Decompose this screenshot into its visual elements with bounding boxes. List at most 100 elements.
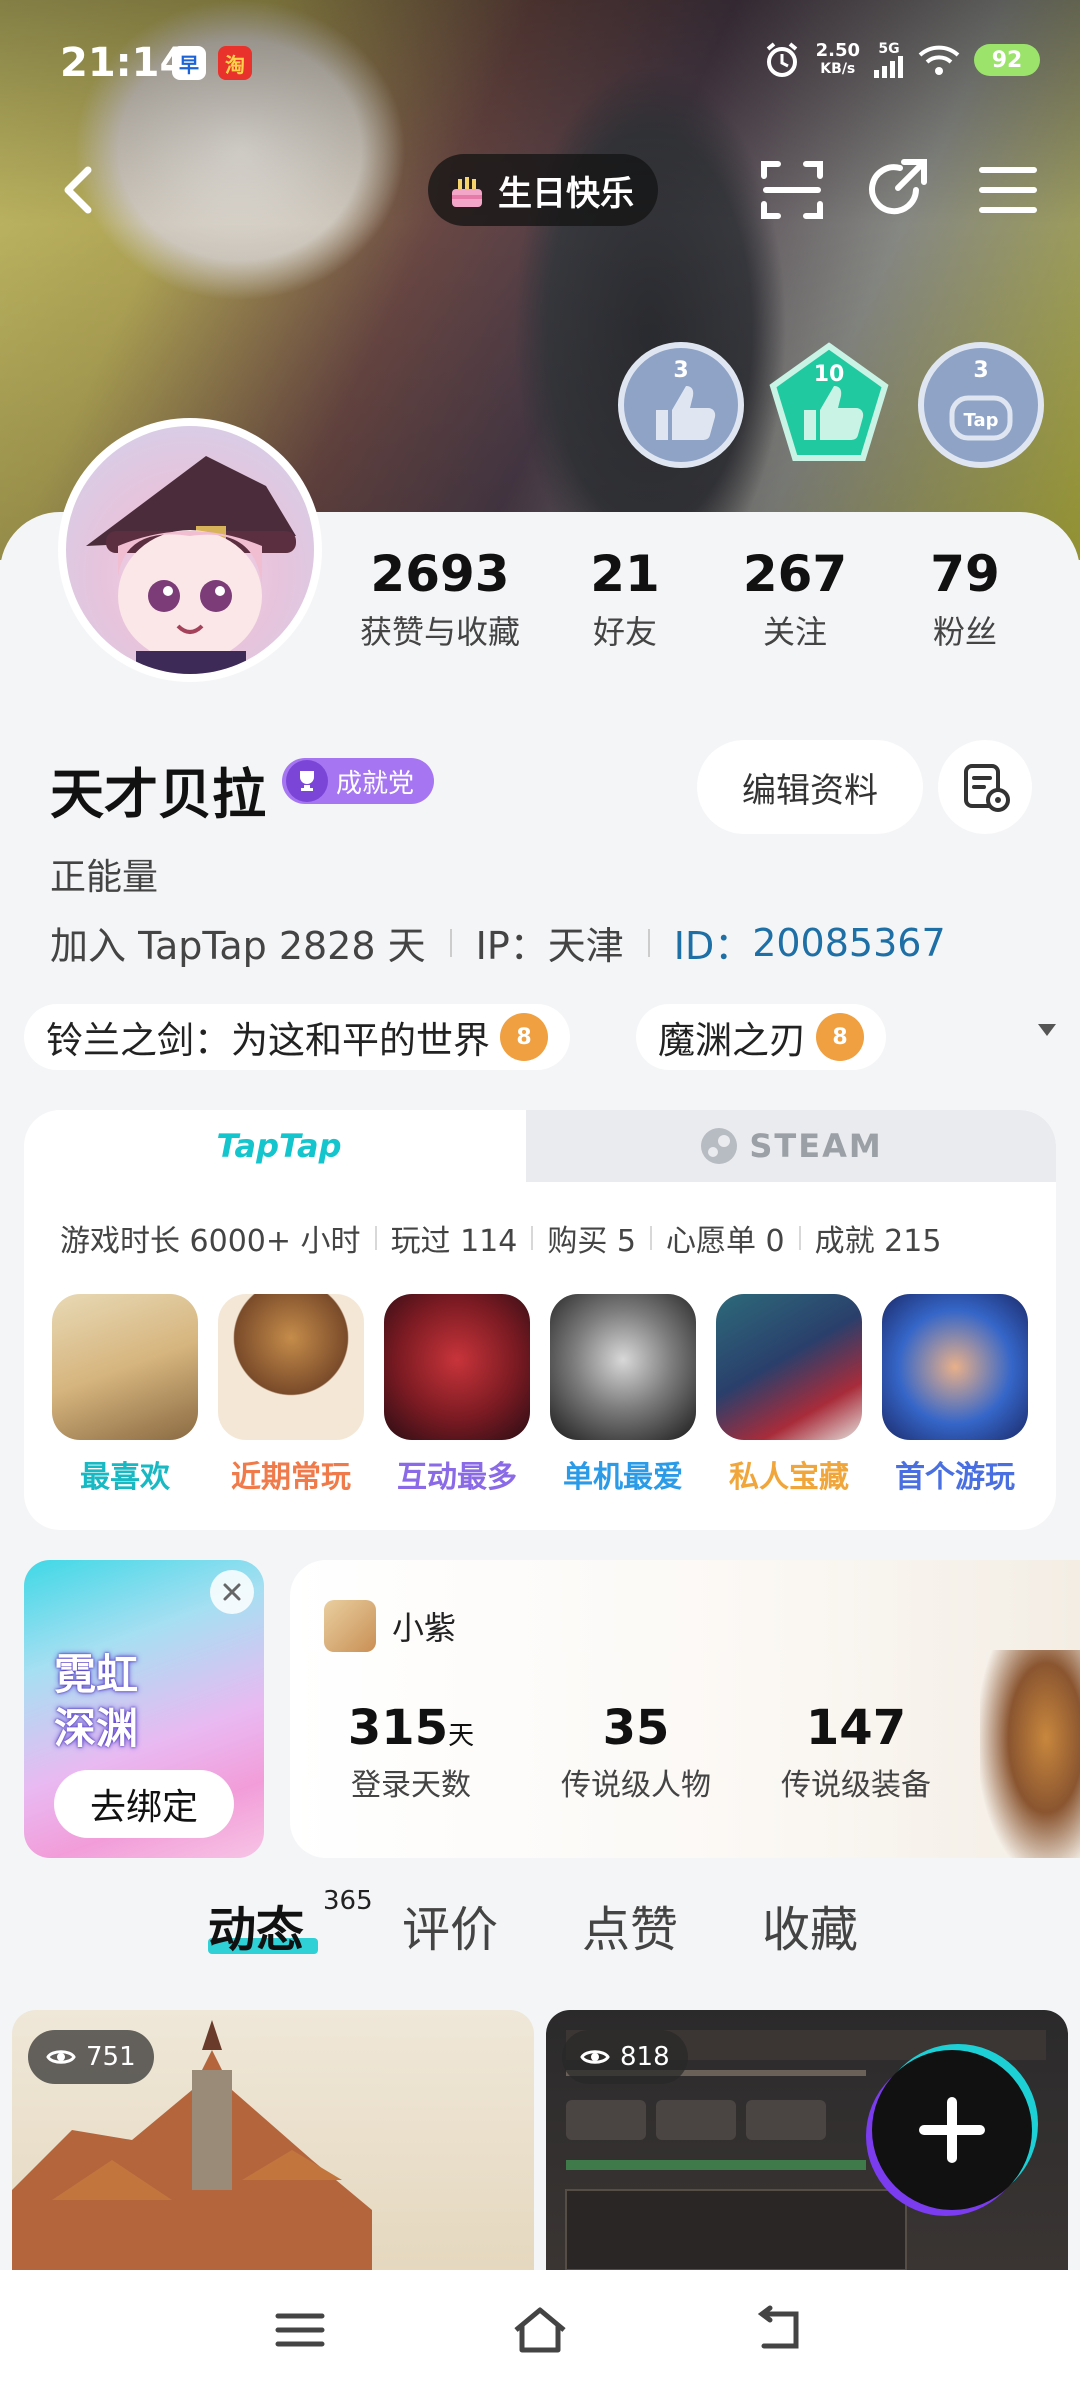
tile-caption: 私人宝藏	[729, 1460, 849, 1495]
purchased-count[interactable]: 购买 5	[547, 1216, 636, 1260]
badge-level: 10	[813, 362, 845, 387]
game-level: 8	[832, 1024, 848, 1050]
profile-meta: 加入 TapTap 2828 天 IP：天津 ID： 20085367	[50, 915, 946, 970]
share-icon[interactable]	[864, 154, 936, 226]
stat-value: 35	[602, 1700, 670, 1756]
game-tile-private-treasure[interactable]: 私人宝藏	[716, 1294, 862, 1496]
character-stat: 35 传说级人物	[556, 1700, 716, 1804]
tab-steam[interactable]: STEAM	[526, 1110, 1056, 1182]
profile-name-row: 天才贝拉 成就党 编辑资料	[50, 740, 1050, 840]
achievement-title-badge[interactable]: 成就党	[282, 758, 435, 804]
bind-game-card[interactable]: 霓虹 深渊 去绑定	[24, 1560, 264, 1858]
play-hours[interactable]: 游戏时长 6000+ 小时	[60, 1216, 361, 1260]
status-bar: 21:14 早 淘 2.50 KB/s 5G 92	[0, 0, 1080, 120]
view-count: 751	[28, 2030, 154, 2084]
post-card[interactable]: 751	[12, 2010, 534, 2270]
tab-taptap[interactable]: TapTap	[24, 1110, 534, 1182]
home-icon[interactable]	[510, 2300, 570, 2360]
create-post-button[interactable]	[872, 2050, 1032, 2210]
play-summary: 游戏时长 6000+ 小时 玩过 114 购买 5 心愿单 0 成就 215	[60, 1216, 941, 1260]
game-tile-interaction[interactable]: 互动最多	[384, 1294, 530, 1496]
close-icon[interactable]	[210, 1570, 254, 1614]
bind-button[interactable]: 去绑定	[54, 1770, 234, 1838]
trophy-icon	[286, 760, 328, 802]
back-icon[interactable]	[750, 2300, 810, 2360]
stat-fans[interactable]: 79 粉丝	[890, 545, 1040, 655]
avatar[interactable]	[58, 418, 322, 682]
tile-caption: 最喜欢	[80, 1460, 170, 1495]
badge-thumbs-up-10[interactable]: 10	[764, 340, 894, 470]
expand-games-caret-icon[interactable]	[1038, 1024, 1056, 1036]
tab-likes[interactable]: 点赞	[582, 1890, 678, 1960]
game-tile-recent[interactable]: 近期常玩	[218, 1294, 364, 1496]
user-id[interactable]: 20085367	[752, 921, 945, 965]
recent-apps-icon[interactable]	[270, 2300, 330, 2360]
game-level-badge-icon: 8	[500, 1013, 548, 1061]
net-speed-unit: KB/s	[820, 61, 856, 77]
plus-icon	[919, 2097, 985, 2163]
view-count-value: 818	[620, 2042, 670, 2072]
tile-caption: 互动最多	[397, 1460, 517, 1495]
stat-following[interactable]: 267 关注	[720, 545, 870, 655]
birthday-badge[interactable]: 生日快乐	[428, 154, 658, 226]
divider	[647, 928, 650, 957]
stat-value: 147	[805, 1700, 907, 1756]
tab-reviews[interactable]: 评价	[402, 1890, 498, 1960]
divider	[449, 928, 452, 957]
stat-unit: 天	[448, 1721, 475, 1751]
status-time: 21:14	[60, 40, 188, 86]
menu-icon[interactable]	[972, 154, 1044, 226]
tab-favorites[interactable]: 收藏	[762, 1890, 858, 1960]
game-cover-image	[882, 1294, 1028, 1440]
thumbs-up-badge-icon	[769, 342, 889, 461]
badge-tap-3[interactable]: 3 Tap	[916, 340, 1046, 470]
played-count[interactable]: 玩过 114	[391, 1216, 518, 1260]
alarm-icon	[766, 42, 797, 77]
birthday-label: 生日快乐	[498, 173, 634, 214]
game-tile-favorite[interactable]: 最喜欢	[52, 1294, 198, 1496]
favorite-game-chip[interactable]: 铃兰之剑：为这和平的世界 8	[24, 1004, 570, 1070]
stat-value: 315	[347, 1700, 449, 1756]
badge-thumbs-up-3[interactable]: 3	[616, 340, 746, 470]
notification-app-icon: 早	[172, 46, 206, 80]
avatar-illustration	[66, 426, 314, 674]
profile-settings-button[interactable]	[938, 740, 1032, 834]
stat-label: 关注	[762, 613, 827, 651]
scan-icon[interactable]	[756, 154, 828, 226]
taobao-app-icon: 淘	[218, 46, 252, 80]
stat-likes[interactable]: 2693 获赞与收藏	[350, 545, 530, 655]
view-count: 818	[562, 2030, 688, 2084]
game-tile-single-player[interactable]: 单机最爱	[550, 1294, 696, 1496]
tab-label: 动态	[208, 1902, 305, 1958]
tile-caption: 单机最爱	[563, 1460, 683, 1495]
content-tabs: 动态 365 评价 点赞 收藏	[0, 1886, 1080, 1980]
stat-friends[interactable]: 21 好友	[550, 545, 700, 655]
game-name: 魔渊之刃	[658, 1019, 806, 1062]
stat-label: 传说级人物	[561, 1768, 711, 1803]
stat-label: 粉丝	[932, 613, 997, 651]
badge-level: 3	[973, 358, 989, 383]
profile-stats: 2693 获赞与收藏 21 好友 267 关注 79 粉丝	[350, 545, 1050, 655]
game-tile-first-played[interactable]: 首个游玩	[882, 1294, 1028, 1496]
game-cover-image	[716, 1294, 862, 1440]
neon-abyss-logo: 霓虹 深渊	[54, 1648, 234, 1756]
tab-posts[interactable]: 动态 365	[208, 1886, 373, 1960]
achievement-title-label: 成就党	[336, 768, 415, 799]
favorite-game-chip[interactable]: 魔渊之刃 8	[636, 1004, 886, 1070]
back-arrow-icon[interactable]	[50, 160, 110, 220]
stat-value: 79	[930, 545, 1000, 603]
join-duration: 加入 TapTap 2828 天	[50, 924, 426, 968]
edit-profile-button[interactable]: 编辑资料	[697, 740, 923, 834]
game-character-card[interactable]: 小紫 315天 登录天数 35 传说级人物 147 传说级装备	[290, 1560, 1080, 1858]
character-stat: 147 传说级装备	[776, 1700, 936, 1804]
profile-bio: 正能量	[50, 857, 159, 898]
achievement-count[interactable]: 成就 215	[815, 1216, 942, 1260]
favorite-games-row: 铃兰之剑：为这和平的世界 8 魔渊之刃 8	[24, 1004, 1064, 1070]
character-art	[980, 1650, 1080, 1858]
battery-indicator: 92	[974, 44, 1040, 76]
game-level-badge-icon: 8	[816, 1013, 864, 1061]
wishlist-count[interactable]: 心愿单 0	[666, 1216, 785, 1260]
game-level: 8	[516, 1024, 532, 1050]
stat-value: 267	[742, 545, 848, 603]
system-navigation-bar	[0, 2270, 1080, 2392]
